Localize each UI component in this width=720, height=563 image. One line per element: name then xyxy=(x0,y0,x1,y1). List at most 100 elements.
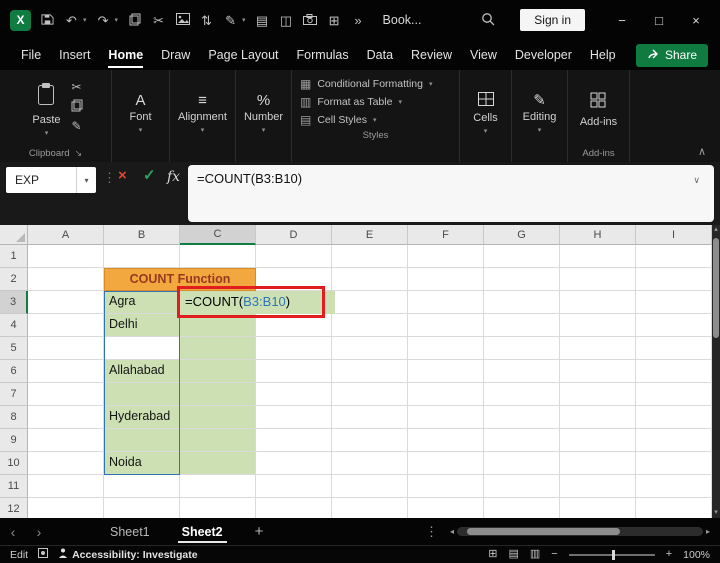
cell-G8[interactable] xyxy=(484,406,560,429)
cell-C5[interactable] xyxy=(180,337,256,360)
cell-G10[interactable] xyxy=(484,452,560,475)
cell-A12[interactable] xyxy=(28,498,104,518)
menu-review[interactable]: Review xyxy=(402,41,461,69)
column-header-F[interactable]: F xyxy=(408,225,484,245)
cell-G5[interactable] xyxy=(484,337,560,360)
cell-C7[interactable] xyxy=(180,383,256,406)
cell-B11[interactable] xyxy=(104,475,180,498)
cell-A9[interactable] xyxy=(28,429,104,452)
cell-A1[interactable] xyxy=(28,245,104,268)
cell-B12[interactable] xyxy=(104,498,180,518)
cell-F5[interactable] xyxy=(408,337,484,360)
cell-D2[interactable] xyxy=(256,268,332,291)
cell-mode-indicator[interactable]: Edit xyxy=(10,549,28,561)
formula-bar-handle-icon[interactable]: ⋮ xyxy=(103,170,116,186)
cell-D5[interactable] xyxy=(256,337,332,360)
select-all-corner[interactable] xyxy=(0,225,28,245)
cell-A8[interactable] xyxy=(28,406,104,429)
column-header-C[interactable]: C xyxy=(180,225,256,245)
cell-E3[interactable] xyxy=(332,291,408,314)
ribbon-group-cells[interactable]: Cells ▾ xyxy=(460,70,512,162)
next-sheet-icon[interactable]: › xyxy=(26,524,52,540)
column-header-B[interactable]: B xyxy=(104,225,180,245)
copy-icon[interactable] xyxy=(127,13,142,28)
cell-I12[interactable] xyxy=(636,498,712,518)
row-header-12[interactable]: 12 xyxy=(0,498,28,518)
horizontal-scrollbar[interactable]: ◂ ▸ xyxy=(450,526,710,538)
active-cell-editor[interactable]: =COUNT(B3:B10) xyxy=(180,291,335,314)
cell-I7[interactable] xyxy=(636,383,712,406)
cell-H10[interactable] xyxy=(560,452,636,475)
cell-I1[interactable] xyxy=(636,245,712,268)
cell-C12[interactable] xyxy=(180,498,256,518)
cell-E12[interactable] xyxy=(332,498,408,518)
cell-F10[interactable] xyxy=(408,452,484,475)
cell-E4[interactable] xyxy=(332,314,408,337)
cell-G4[interactable] xyxy=(484,314,560,337)
row-header-9[interactable]: 9 xyxy=(0,429,28,452)
formula-bar-input[interactable]: =COUNT(B3:B10) ∨ xyxy=(188,165,714,222)
cell-G6[interactable] xyxy=(484,360,560,383)
menu-formulas[interactable]: Formulas xyxy=(288,41,358,69)
document-title[interactable]: Book... xyxy=(383,13,422,27)
ribbon-group-number[interactable]: % Number ▾ xyxy=(236,70,292,162)
cell-A6[interactable] xyxy=(28,360,104,383)
cell-G1[interactable] xyxy=(484,245,560,268)
cell-B6[interactable]: Allahabad xyxy=(104,360,180,383)
cell-C6[interactable] xyxy=(180,360,256,383)
cell-C8[interactable] xyxy=(180,406,256,429)
maximize-button[interactable]: □ xyxy=(645,13,673,28)
cell-E8[interactable] xyxy=(332,406,408,429)
redo-dropdown-icon[interactable]: ▾ xyxy=(115,16,119,24)
row-header-5[interactable]: 5 xyxy=(0,337,28,360)
cell-G3[interactable] xyxy=(484,291,560,314)
cell-G12[interactable] xyxy=(484,498,560,518)
vertical-scrollbar-thumb[interactable] xyxy=(713,238,719,338)
cell-C10[interactable] xyxy=(180,452,256,475)
cell-H4[interactable] xyxy=(560,314,636,337)
cell-E7[interactable] xyxy=(332,383,408,406)
scroll-left-icon[interactable]: ◂ xyxy=(450,527,454,536)
cell-D12[interactable] xyxy=(256,498,332,518)
cell-D11[interactable] xyxy=(256,475,332,498)
cell-B9[interactable] xyxy=(104,429,180,452)
borders-icon[interactable]: ⊞ xyxy=(327,14,342,27)
sheet-tab-sheet1[interactable]: Sheet1 xyxy=(94,518,166,545)
insert-function-icon[interactable]: fx xyxy=(167,170,180,184)
cell-F2[interactable] xyxy=(408,268,484,291)
macro-record-icon[interactable] xyxy=(38,548,48,561)
cell-C4[interactable] xyxy=(180,314,256,337)
cell-E10[interactable] xyxy=(332,452,408,475)
normal-view-icon[interactable]: ⊞ xyxy=(488,549,497,560)
scroll-right-icon[interactable]: ▸ xyxy=(706,527,710,536)
minimize-button[interactable]: − xyxy=(608,13,636,28)
close-button[interactable]: × xyxy=(682,13,710,28)
sheet-tabs-menu-icon[interactable]: ⋮ xyxy=(417,524,446,540)
cell-C9[interactable] xyxy=(180,429,256,452)
picture-icon[interactable] xyxy=(175,13,190,27)
confirm-formula-icon[interactable]: ✓ xyxy=(143,168,156,183)
horizontal-scrollbar-thumb[interactable] xyxy=(467,528,620,535)
cell-A2[interactable] xyxy=(28,268,104,291)
cell-D8[interactable] xyxy=(256,406,332,429)
menu-page-layout[interactable]: Page Layout xyxy=(199,41,287,69)
formula-bar-expand-icon[interactable]: ∨ xyxy=(693,175,700,186)
cell-E2[interactable] xyxy=(332,268,408,291)
cell-B4[interactable]: Delhi xyxy=(104,314,180,337)
cell-F4[interactable] xyxy=(408,314,484,337)
cell-H7[interactable] xyxy=(560,383,636,406)
cell-A11[interactable] xyxy=(28,475,104,498)
zoom-slider-thumb[interactable] xyxy=(612,550,615,560)
scroll-down-icon[interactable]: ▾ xyxy=(712,508,720,518)
cell-I2[interactable] xyxy=(636,268,712,291)
horizontal-scrollbar-track[interactable] xyxy=(457,527,703,536)
cell-E5[interactable] xyxy=(332,337,408,360)
cell-E11[interactable] xyxy=(332,475,408,498)
cell-H1[interactable] xyxy=(560,245,636,268)
conditional-formatting-button[interactable]: ▦ Conditional Formatting ▾ xyxy=(300,78,451,90)
row-header-1[interactable]: 1 xyxy=(0,245,28,268)
accessibility-checker[interactable]: Accessibility: Investigate xyxy=(58,548,197,562)
ribbon-group-font[interactable]: A Font ▾ xyxy=(112,70,170,162)
cell-I4[interactable] xyxy=(636,314,712,337)
format-as-table-button[interactable]: ▥ Format as Table ▾ xyxy=(300,96,451,108)
